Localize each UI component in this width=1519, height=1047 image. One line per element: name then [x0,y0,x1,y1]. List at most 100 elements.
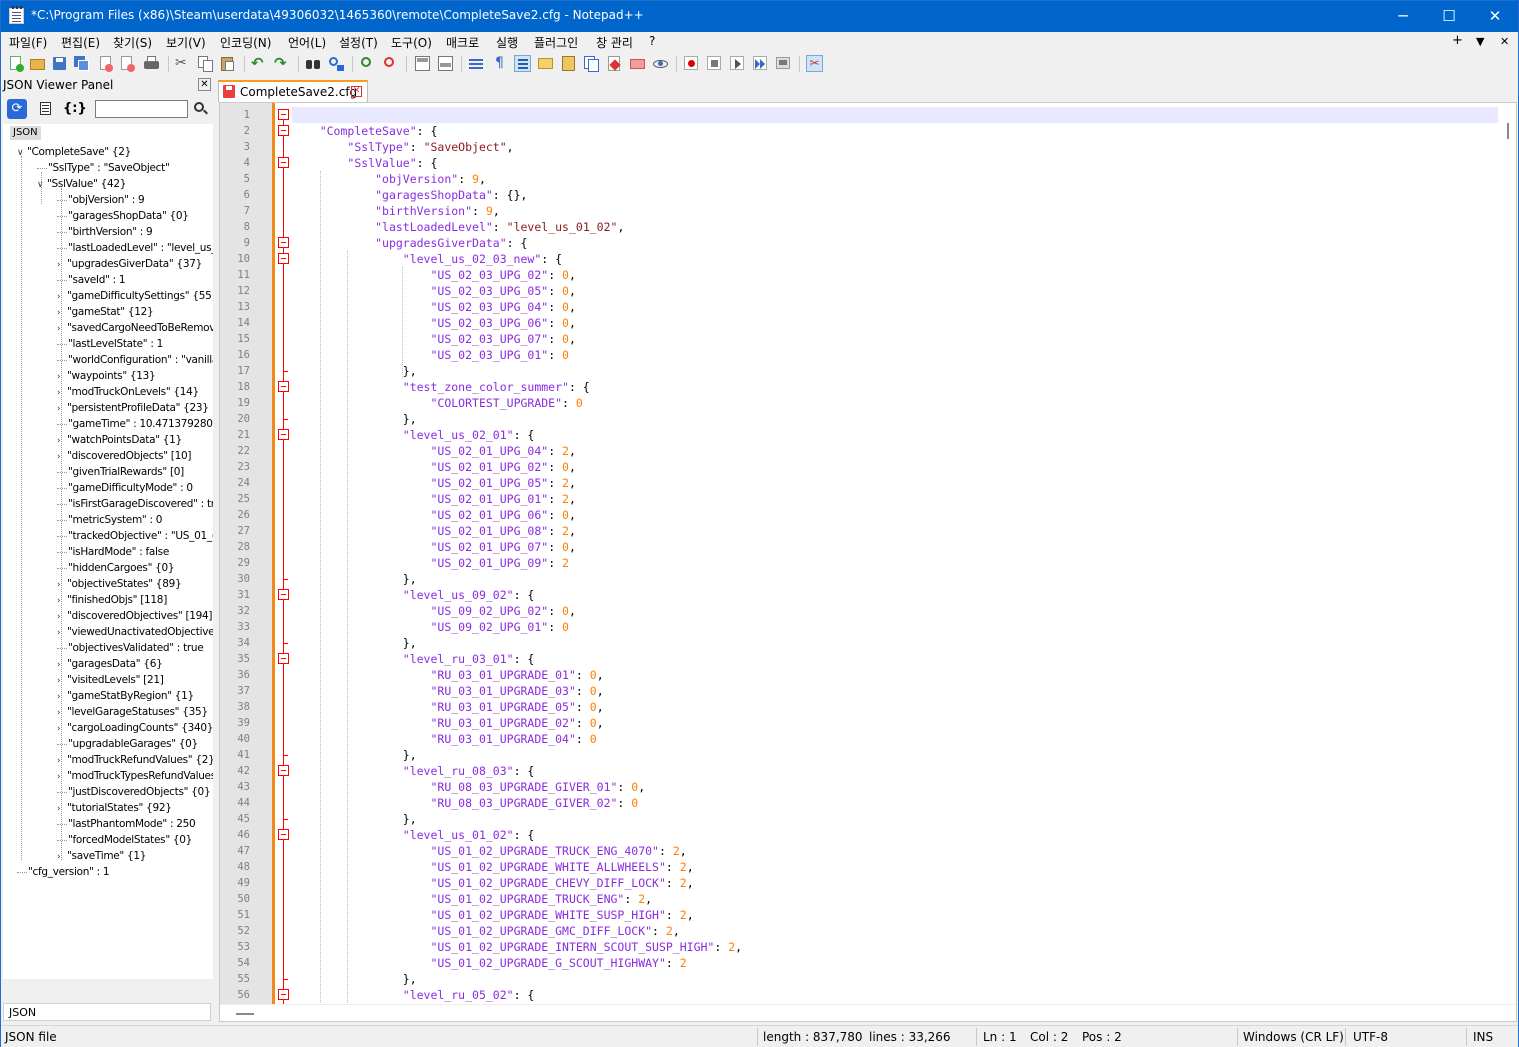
tree-node[interactable]: › "garagesData" {6} [57,656,163,673]
code-line[interactable]: "test_zone_color_summer": { [292,379,590,395]
panel-close-icon[interactable]: ✕ [198,78,211,91]
code-line[interactable]: "US_02_03_UPG_01": 0 [292,347,569,363]
code-line[interactable]: "level_ru_05_02": { [292,987,535,1003]
search-icon[interactable] [190,99,210,119]
close-all-icon[interactable] [119,55,136,72]
tree-node[interactable]: ∨ "SslValue" {42} [37,176,126,192]
tab-completesave2[interactable]: CompleteSave2.cfg ✕ [218,80,368,102]
tree-node[interactable]: › "discoveredObjectives" [194] [57,608,213,625]
tree-node[interactable]: › "watchPointsData" {1} [57,432,182,448]
save-all-icon[interactable] [73,55,90,72]
code-line[interactable]: }, [292,971,417,987]
document-map-icon[interactable] [560,55,577,72]
tree-node[interactable]: "objVersion" : 9 [57,192,145,208]
expand-chevron-icon[interactable]: › [57,369,67,385]
paste-icon[interactable] [219,55,236,72]
notepad-app-icon[interactable] [9,6,24,24]
save-icon[interactable] [51,55,68,72]
code-line[interactable]: "RU_03_01_UPGRADE_05": 0, [292,699,603,715]
udl-icon[interactable] [537,55,554,72]
tree-node[interactable]: "worldConfiguration" : "vanilla [57,352,213,368]
undo-icon[interactable]: ↶ [251,55,268,72]
code-line[interactable]: "US_02_01_UPG_06": 0, [292,507,575,523]
tree-node[interactable]: › "viewedUnactivatedObjective [57,624,213,640]
code-line[interactable]: "COLORTEST_UPGRADE": 0 [292,395,582,411]
tree-node[interactable]: "objectivesValidated" : true [57,640,204,656]
code-line[interactable]: "US_02_01_UPG_01": 2, [292,491,575,507]
expand-chevron-icon[interactable]: › [57,657,67,673]
code-line[interactable]: "CompleteSave": { [292,123,438,139]
refresh-icon[interactable]: ⟳ [7,99,27,119]
menu-plugins[interactable]: 플러그인 [534,34,578,51]
code-line[interactable]: "US_02_03_UPG_04": 0, [292,299,575,315]
expand-chevron-icon[interactable]: › [57,289,67,305]
expand-chevron-icon[interactable]: › [57,705,67,721]
code-line[interactable]: "US_02_01_UPG_04": 2, [292,443,575,459]
horizontal-scroll-thumb[interactable] [236,1013,254,1015]
tree-node[interactable]: "metricSystem" : 0 [57,512,162,528]
minimize-button[interactable]: ─ [1380,1,1426,32]
cut-icon[interactable]: ✂ [175,55,192,72]
code-line[interactable]: "US_02_03_UPG_02": 0, [292,267,575,283]
tree-node[interactable]: "isHardMode" : false [57,544,169,560]
tab-close-icon[interactable]: ✕ [351,86,362,97]
tree-node[interactable]: "upgradableGarages" {0} [57,736,198,752]
expand-chevron-icon[interactable]: › [57,753,67,769]
code-line[interactable]: "US_01_02_UPGRADE_CHEVY_DIFF_LOCK": 2, [292,875,693,891]
menu-help[interactable]: ? [649,34,655,48]
code-line[interactable]: "US_02_01_UPG_08": 2, [292,523,575,539]
close-document-icon[interactable]: ✕ [1500,35,1509,48]
expand-chevron-icon[interactable]: › [57,433,67,449]
open-file-icon[interactable] [29,55,46,72]
expand-chevron-icon[interactable]: › [57,609,67,625]
expand-chevron-icon[interactable]: › [57,849,67,865]
code-line[interactable]: "US_01_02_UPGRADE_G_SCOUT_HIGHWAY": 2 [292,955,686,971]
expand-chevron-icon[interactable]: › [57,321,67,337]
code-line[interactable]: "US_01_02_UPGRADE_INTERN_SCOUT_SUSP_HIGH… [292,939,742,955]
tree-node[interactable]: › "cargoLoadingCounts" {340} [57,720,213,736]
tree-node[interactable]: › "objectiveStates" {89} [57,576,182,592]
menu-encoding[interactable]: 인코딩(N) [220,34,271,51]
expand-chevron-icon[interactable]: › [57,769,67,785]
title-bar[interactable]: *C:\Program Files (x86)\Steam\userdata\4… [1,1,1518,32]
tree-node[interactable]: "SslType" : "SaveObject" [37,160,170,176]
tree-node[interactable]: › "saveTime" {1} [57,848,146,864]
sync-vertical-icon[interactable] [414,55,431,72]
tree-node[interactable]: › "gameDifficultySettings" {55} [57,288,213,304]
status-col[interactable]: Col : 2 [1030,1030,1068,1044]
indent-guide-icon[interactable] [514,55,531,72]
code-line[interactable]: "level_ru_03_01": { [292,651,535,667]
menu-edit[interactable]: 편집(E) [61,34,100,51]
code-line[interactable]: "level_us_01_02": { [292,827,535,843]
fold-toggle-icon[interactable] [278,589,289,600]
status-pos[interactable]: Pos : 2 [1082,1030,1122,1044]
tree-node[interactable]: "trackedObjective" : "US_01_( [57,528,213,544]
word-wrap-icon[interactable] [468,55,485,72]
tree-node[interactable]: "forcedModelStates" {0} [57,832,192,848]
tree-root-badge[interactable]: JSON [10,126,41,140]
status-eol[interactable]: Windows (CR LF) [1243,1030,1344,1044]
tree-node[interactable]: "hiddenCargoes" {0} [57,560,175,576]
folder-workspace-icon[interactable] [606,55,623,72]
tree-node[interactable]: "lastPhantomMode" : 250 [57,816,196,832]
view-eye-icon[interactable] [652,55,669,72]
tree-node[interactable]: "lastLoadedLevel" : "level_us_ [57,240,213,256]
playback-macro-icon[interactable] [729,55,746,72]
status-encoding[interactable]: UTF-8 [1353,1030,1388,1044]
tree-node[interactable]: › "gameStatByRegion" {1} [57,688,194,704]
code-line[interactable]: "US_01_02_UPGRADE_WHITE_ALLWHEELS": 2, [292,859,693,875]
code-line[interactable]: "RU_03_01_UPGRADE_02": 0, [292,715,603,731]
tree-node[interactable]: › "modTruckRefundValues" {2} [57,752,213,768]
code-line[interactable]: "US_02_01_UPG_02": 0, [292,459,575,475]
code-line[interactable]: }, [292,811,417,827]
code-line[interactable]: }, [292,363,417,379]
expand-chevron-icon[interactable]: › [57,721,67,737]
find-icon[interactable] [305,55,322,72]
code-line[interactable]: "US_02_03_UPG_07": 0, [292,331,575,347]
fold-toggle-icon[interactable] [278,157,289,168]
tree-node[interactable]: › "gameStat" {12} [57,304,154,320]
menu-settings[interactable]: 설정(T) [339,34,378,51]
json-tree[interactable]: JSON ∨ "CompleteSave" {2} "SslType" : "Sav… [3,124,213,979]
tree-node[interactable]: ∨ "CompleteSave" {2} [17,144,131,160]
tree-node[interactable]: "garagesShopData" {0} [57,208,189,224]
